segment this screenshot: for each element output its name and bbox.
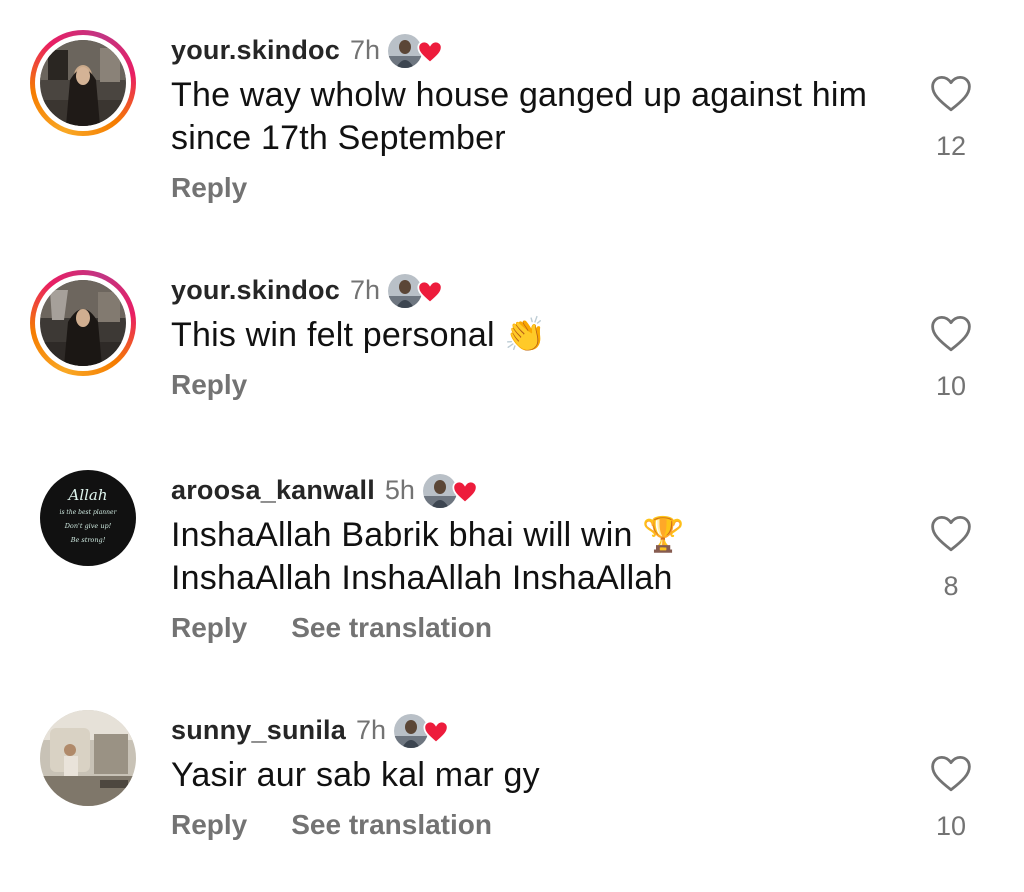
avatar-text-line: Allah: [66, 486, 107, 504]
comment-text-line: InshaAllah InshaAllah InshaAllah: [171, 559, 673, 597]
like-button[interactable]: 10: [926, 754, 976, 842]
comment-text: This win felt personal 👏: [171, 316, 547, 354]
heart-outline-icon: [931, 755, 971, 792]
heart-icon: [423, 720, 449, 744]
reply-button[interactable]: Reply: [171, 172, 247, 204]
creator-liked-badge: [388, 270, 443, 310]
timestamp: 7h: [355, 714, 386, 745]
username[interactable]: your.skindoc: [171, 275, 340, 306]
comment-text-line: InshaAllah Babrik bhai will win 🏆: [171, 516, 685, 554]
username[interactable]: sunny_sunila: [171, 715, 346, 746]
creator-liked-badge: [388, 30, 443, 70]
like-button[interactable]: 10: [926, 314, 976, 402]
timestamp: 7h: [349, 274, 380, 305]
reply-button[interactable]: Reply: [171, 369, 247, 401]
avatar-text-line: Be strong!: [70, 536, 106, 544]
avatar-calligraphy: Allah is the best planner Don't give up!…: [40, 470, 136, 566]
see-translation-button[interactable]: See translation: [291, 809, 492, 841]
heart-outline-icon: [931, 315, 971, 352]
timestamp: 7h: [349, 34, 380, 65]
avatar-text-line: is the best planner: [60, 509, 118, 516]
heart-icon: [417, 280, 443, 304]
reply-button[interactable]: Reply: [171, 809, 247, 841]
avatar[interactable]: Allah is the best planner Don't give up!…: [40, 470, 136, 566]
like-button[interactable]: 8: [926, 514, 976, 602]
comment-text: InshaAllah Babrik bhai will win 🏆 InshaA…: [171, 514, 904, 600]
heart-outline-icon: [931, 75, 971, 112]
like-count: 8: [943, 571, 959, 601]
comment-text: Yasir aur sab kal mar gy: [171, 756, 540, 794]
see-translation-button[interactable]: See translation: [291, 612, 492, 644]
username[interactable]: aroosa_kanwall: [171, 475, 375, 506]
like-count: 10: [935, 371, 967, 401]
avatar-photo: [40, 710, 136, 806]
like-button[interactable]: 12: [926, 74, 976, 162]
comment-text: The way wholw house ganged up against hi…: [171, 76, 868, 157]
heart-icon: [417, 40, 443, 64]
like-count: 12: [935, 131, 967, 161]
like-count: 10: [935, 811, 967, 841]
creator-liked-badge: [394, 710, 449, 750]
avatar[interactable]: [30, 30, 136, 136]
timestamp: 5h: [384, 474, 415, 505]
heart-outline-icon: [931, 515, 971, 552]
reply-button[interactable]: Reply: [171, 612, 247, 644]
username[interactable]: your.skindoc: [171, 35, 340, 66]
avatar-text-line: Don't give up!: [64, 522, 112, 530]
heart-icon: [452, 480, 478, 504]
avatar-photo: [40, 280, 126, 366]
creator-liked-badge: [422, 470, 478, 510]
avatar[interactable]: [40, 710, 136, 806]
avatar[interactable]: [30, 270, 136, 376]
avatar-photo: [40, 40, 126, 126]
